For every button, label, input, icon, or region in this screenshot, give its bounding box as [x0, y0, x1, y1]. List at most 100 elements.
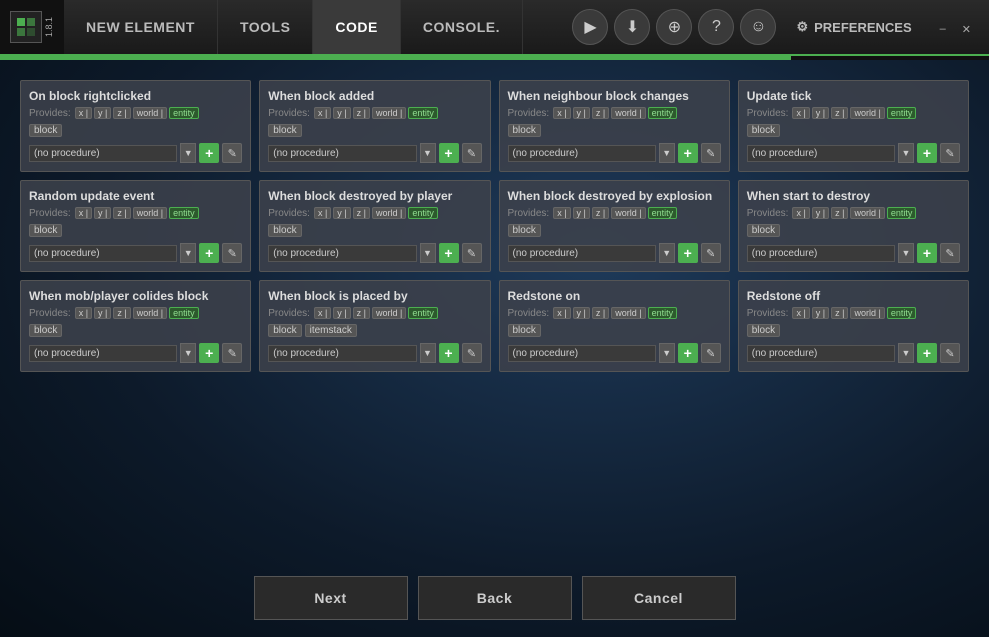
provides-tag-x-5: x | — [314, 207, 331, 219]
logo-area: 1.8.1 — [0, 0, 64, 54]
nav-tabs: NEW ELEMENT TOOLS CODE CONSOLE. — [64, 0, 523, 54]
card-title-11: Redstone off — [747, 289, 960, 303]
add-procedure-button-10[interactable]: + — [678, 343, 698, 363]
card-title-1: When block added — [268, 89, 481, 103]
edit-procedure-button-8[interactable]: ✎ — [222, 343, 242, 363]
provides-tag-y-7: y | — [812, 207, 829, 219]
preferences-button[interactable]: ⚙ PREFERENCES — [782, 19, 925, 35]
edit-procedure-button-3[interactable]: ✎ — [940, 143, 960, 163]
provides-tag-x-0: x | — [75, 107, 92, 119]
provides-tag-entity-0: entity — [169, 107, 199, 119]
procedure-row-8: (no procedure)▼+✎ — [29, 343, 242, 363]
add-procedure-button-1[interactable]: + — [439, 143, 459, 163]
edit-procedure-button-9[interactable]: ✎ — [462, 343, 482, 363]
procedure-row-3: (no procedure)▼+✎ — [747, 143, 960, 163]
add-procedure-button-0[interactable]: + — [199, 143, 219, 163]
provides-tag-y-10: y | — [573, 307, 590, 319]
provides-tag-y-2: y | — [573, 107, 590, 119]
edit-procedure-button-4[interactable]: ✎ — [222, 243, 242, 263]
procedure-select-4[interactable]: (no procedure) — [29, 245, 177, 262]
edit-procedure-button-11[interactable]: ✎ — [940, 343, 960, 363]
provides-tag-world-3: world | — [850, 107, 884, 119]
add-procedure-button-4[interactable]: + — [199, 243, 219, 263]
add-procedure-button-6[interactable]: + — [678, 243, 698, 263]
globe-button[interactable]: ⊕ — [656, 9, 692, 45]
provides-tag-z-8: z | — [113, 307, 130, 319]
edit-procedure-button-2[interactable]: ✎ — [701, 143, 721, 163]
provides-tag-world-10: world | — [611, 307, 645, 319]
card-9: When block is placed byProvides:x |y |z … — [259, 280, 490, 372]
procedure-row-11: (no procedure)▼+✎ — [747, 343, 960, 363]
dropdown-arrow-0[interactable]: ▼ — [180, 143, 196, 163]
back-button[interactable]: Back — [418, 576, 572, 620]
provides-label-6: Provides: — [508, 208, 550, 219]
dropdown-arrow-4[interactable]: ▼ — [180, 243, 196, 263]
download-button[interactable]: ⬇ — [614, 9, 650, 45]
provides-row-2: Provides:x |y |z |world |entity — [508, 107, 721, 119]
minimize-button[interactable]: – — [932, 21, 954, 37]
edit-procedure-button-1[interactable]: ✎ — [462, 143, 482, 163]
procedure-select-11[interactable]: (no procedure) — [747, 345, 895, 362]
procedure-select-5[interactable]: (no procedure) — [268, 245, 416, 262]
provides-tag-world-11: world | — [850, 307, 884, 319]
edit-procedure-button-7[interactable]: ✎ — [940, 243, 960, 263]
procedure-select-1[interactable]: (no procedure) — [268, 145, 416, 162]
add-procedure-button-2[interactable]: + — [678, 143, 698, 163]
add-procedure-button-5[interactable]: + — [439, 243, 459, 263]
add-procedure-button-8[interactable]: + — [199, 343, 219, 363]
dropdown-arrow-6[interactable]: ▼ — [659, 243, 675, 263]
dropdown-arrow-7[interactable]: ▼ — [898, 243, 914, 263]
provides-label-11: Provides: — [747, 308, 789, 319]
add-procedure-button-9[interactable]: + — [439, 343, 459, 363]
procedure-select-2[interactable]: (no procedure) — [508, 145, 656, 162]
card-11: Redstone offProvides:x |y |z |world |ent… — [738, 280, 969, 372]
edit-procedure-button-10[interactable]: ✎ — [701, 343, 721, 363]
provides-tag-y-3: y | — [812, 107, 829, 119]
help-button[interactable]: ? — [698, 9, 734, 45]
procedure-row-7: (no procedure)▼+✎ — [747, 243, 960, 263]
dropdown-arrow-9[interactable]: ▼ — [420, 343, 436, 363]
provides-tag-z-10: z | — [592, 307, 609, 319]
preferences-label: PREFERENCES — [814, 20, 912, 35]
dropdown-arrow-5[interactable]: ▼ — [420, 243, 436, 263]
provides-row-8: Provides:x |y |z |world |entity — [29, 307, 242, 319]
provides-tag-y-0: y | — [94, 107, 111, 119]
dropdown-arrow-8[interactable]: ▼ — [180, 343, 196, 363]
add-procedure-button-3[interactable]: + — [917, 143, 937, 163]
add-procedure-button-11[interactable]: + — [917, 343, 937, 363]
dropdown-arrow-2[interactable]: ▼ — [659, 143, 675, 163]
block-tag-block-4: block — [29, 224, 62, 237]
procedure-select-10[interactable]: (no procedure) — [508, 345, 656, 362]
procedure-select-9[interactable]: (no procedure) — [268, 345, 416, 362]
provides-tag-z-1: z | — [353, 107, 370, 119]
dropdown-arrow-11[interactable]: ▼ — [898, 343, 914, 363]
tab-tools[interactable]: TOOLS — [218, 0, 313, 54]
dropdown-arrow-3[interactable]: ▼ — [898, 143, 914, 163]
procedure-select-0[interactable]: (no procedure) — [29, 145, 177, 162]
tab-console[interactable]: CONSOLE. — [401, 0, 523, 54]
next-button[interactable]: Next — [254, 576, 408, 620]
provides-tag-world-0: world | — [133, 107, 167, 119]
cancel-button[interactable]: Cancel — [582, 576, 736, 620]
user-button[interactable]: ☺ — [740, 9, 776, 45]
provides-row-5: Provides:x |y |z |world |entity — [268, 207, 481, 219]
edit-procedure-button-0[interactable]: ✎ — [222, 143, 242, 163]
provides-row-6: Provides:x |y |z |world |entity — [508, 207, 721, 219]
add-procedure-button-7[interactable]: + — [917, 243, 937, 263]
procedure-select-6[interactable]: (no procedure) — [508, 245, 656, 262]
dropdown-arrow-1[interactable]: ▼ — [420, 143, 436, 163]
tab-new-element[interactable]: NEW ELEMENT — [64, 0, 218, 54]
procedure-select-7[interactable]: (no procedure) — [747, 245, 895, 262]
procedure-select-3[interactable]: (no procedure) — [747, 145, 895, 162]
provides-tag-entity-5: entity — [408, 207, 438, 219]
block-tag-block-9: block — [268, 324, 301, 337]
procedure-select-8[interactable]: (no procedure) — [29, 345, 177, 362]
edit-procedure-button-5[interactable]: ✎ — [462, 243, 482, 263]
edit-procedure-button-6[interactable]: ✎ — [701, 243, 721, 263]
play-button[interactable]: ▶ — [572, 9, 608, 45]
gear-icon: ⚙ — [796, 19, 808, 35]
tab-code[interactable]: CODE — [313, 0, 400, 54]
close-button[interactable]: ✕ — [954, 21, 979, 38]
provides-row-7: Provides:x |y |z |world |entity — [747, 207, 960, 219]
dropdown-arrow-10[interactable]: ▼ — [659, 343, 675, 363]
